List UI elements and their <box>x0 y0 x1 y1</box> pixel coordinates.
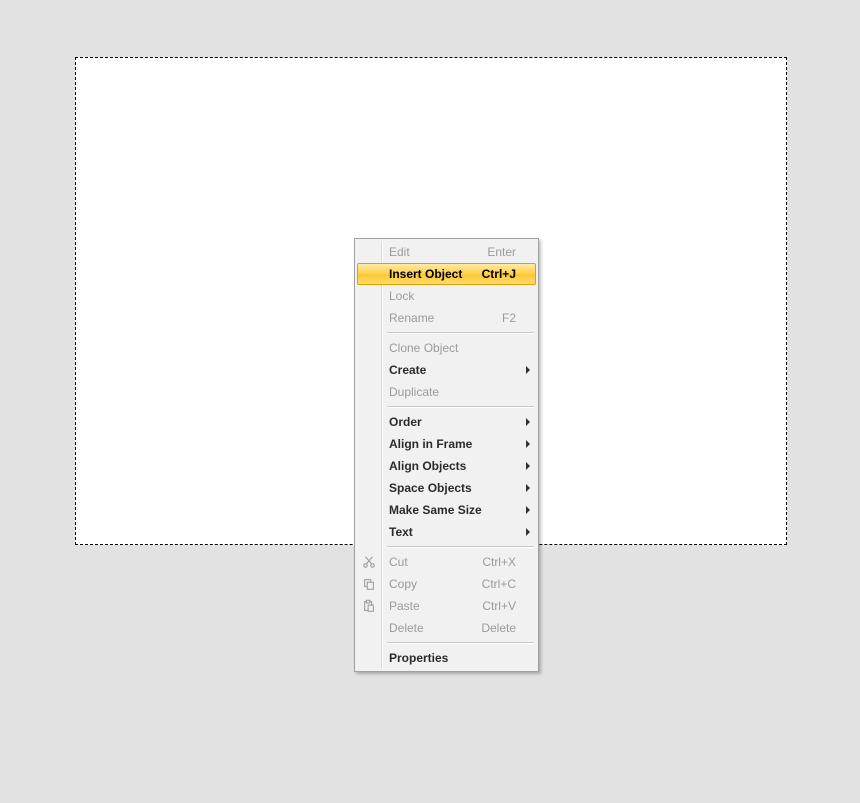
submenu-arrow-icon <box>526 484 530 492</box>
menu-shortcut: Ctrl+V <box>482 599 516 613</box>
menu-shortcut: Delete <box>481 621 516 635</box>
menu-item-text[interactable]: Text <box>357 521 536 543</box>
menu-label: Duplicate <box>389 385 516 399</box>
submenu-arrow-icon <box>526 366 530 374</box>
menu-item-order[interactable]: Order <box>357 411 536 433</box>
menu-item-align-in-frame[interactable]: Align in Frame <box>357 433 536 455</box>
menu-label: Create <box>389 363 516 377</box>
menu-item-space-objects[interactable]: Space Objects <box>357 477 536 499</box>
menu-shortcut: F2 <box>502 311 516 325</box>
menu-label: Properties <box>389 651 516 665</box>
submenu-arrow-icon <box>526 506 530 514</box>
submenu-arrow-icon <box>526 440 530 448</box>
menu-label: Order <box>389 415 516 429</box>
menu-item-make-same-size[interactable]: Make Same Size <box>357 499 536 521</box>
menu-label: Text <box>389 525 516 539</box>
menu-item-copy[interactable]: Copy Ctrl+C <box>357 573 536 595</box>
submenu-arrow-icon <box>526 528 530 536</box>
menu-shortcut: Ctrl+C <box>482 577 516 591</box>
submenu-arrow-icon <box>526 462 530 470</box>
menu-item-properties[interactable]: Properties <box>357 647 536 669</box>
menu-shortcut: Enter <box>487 245 516 259</box>
menu-separator <box>387 640 534 646</box>
menu-item-align-objects[interactable]: Align Objects <box>357 455 536 477</box>
menu-label: Copy <box>389 577 474 591</box>
menu-item-delete[interactable]: Delete Delete <box>357 617 536 639</box>
menu-item-rename[interactable]: Rename F2 <box>357 307 536 329</box>
menu-item-duplicate[interactable]: Duplicate <box>357 381 536 403</box>
submenu-arrow-icon <box>526 418 530 426</box>
menu-label: Align in Frame <box>389 437 516 451</box>
menu-item-insert-object[interactable]: Insert Object Ctrl+J <box>357 263 536 285</box>
menu-item-clone-object[interactable]: Clone Object <box>357 337 536 359</box>
menu-label: Align Objects <box>389 459 516 473</box>
cut-icon <box>361 554 377 570</box>
menu-label: Edit <box>389 245 479 259</box>
menu-label: Lock <box>389 289 516 303</box>
menu-separator <box>387 544 534 550</box>
menu-separator <box>387 404 534 410</box>
menu-label: Make Same Size <box>389 503 516 517</box>
menu-item-paste[interactable]: Paste Ctrl+V <box>357 595 536 617</box>
menu-label: Paste <box>389 599 474 613</box>
menu-item-lock[interactable]: Lock <box>357 285 536 307</box>
menu-label: Space Objects <box>389 481 516 495</box>
paste-icon <box>361 598 377 614</box>
copy-icon <box>361 576 377 592</box>
menu-item-edit[interactable]: Edit Enter <box>357 241 536 263</box>
menu-label: Clone Object <box>389 341 516 355</box>
menu-shortcut: Ctrl+X <box>482 555 516 569</box>
context-menu: Edit Enter Insert Object Ctrl+J Lock Ren… <box>354 238 539 672</box>
menu-label: Insert Object <box>389 267 474 281</box>
menu-separator <box>387 330 534 336</box>
menu-label: Delete <box>389 621 473 635</box>
menu-item-create[interactable]: Create <box>357 359 536 381</box>
menu-shortcut: Ctrl+J <box>482 267 516 281</box>
menu-item-cut[interactable]: Cut Ctrl+X <box>357 551 536 573</box>
menu-label: Rename <box>389 311 494 325</box>
menu-label: Cut <box>389 555 474 569</box>
